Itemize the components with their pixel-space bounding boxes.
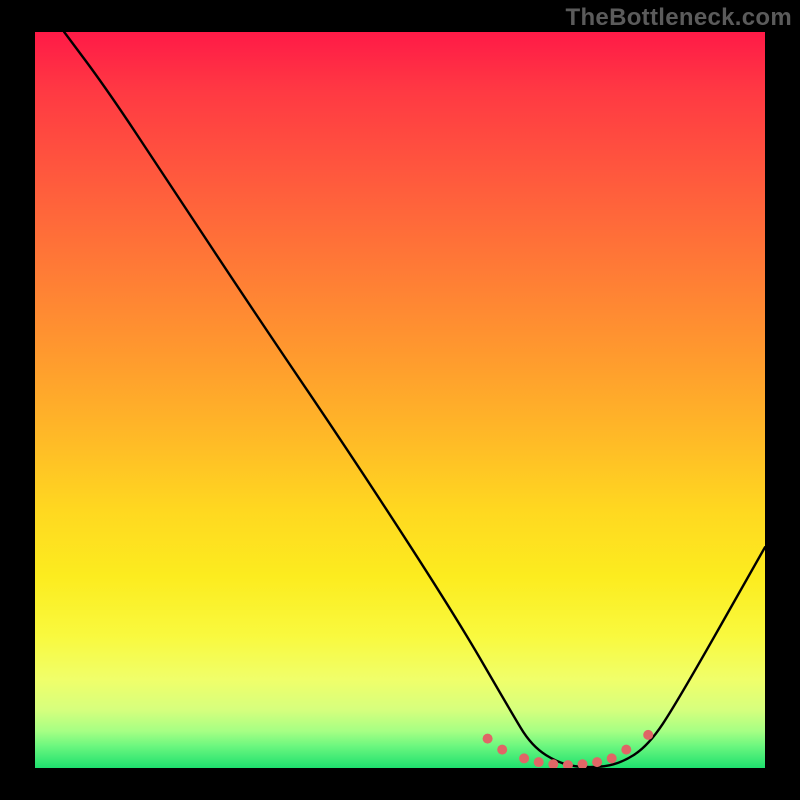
bottleneck-curve (64, 32, 765, 767)
highlight-dot (578, 759, 588, 768)
highlight-dot (607, 753, 617, 763)
optimal-range-dots (483, 730, 654, 768)
highlight-dot (621, 745, 631, 755)
highlight-dot (519, 753, 529, 763)
highlight-dot (592, 757, 602, 767)
chart-frame: TheBottleneck.com (0, 0, 800, 800)
plot-area (35, 32, 765, 768)
watermark-text: TheBottleneck.com (566, 4, 792, 32)
highlight-dot (643, 730, 653, 740)
highlight-dot (534, 757, 544, 767)
highlight-dot (563, 760, 573, 768)
highlight-dot (497, 745, 507, 755)
highlight-dot (483, 734, 493, 744)
chart-svg (35, 32, 765, 768)
